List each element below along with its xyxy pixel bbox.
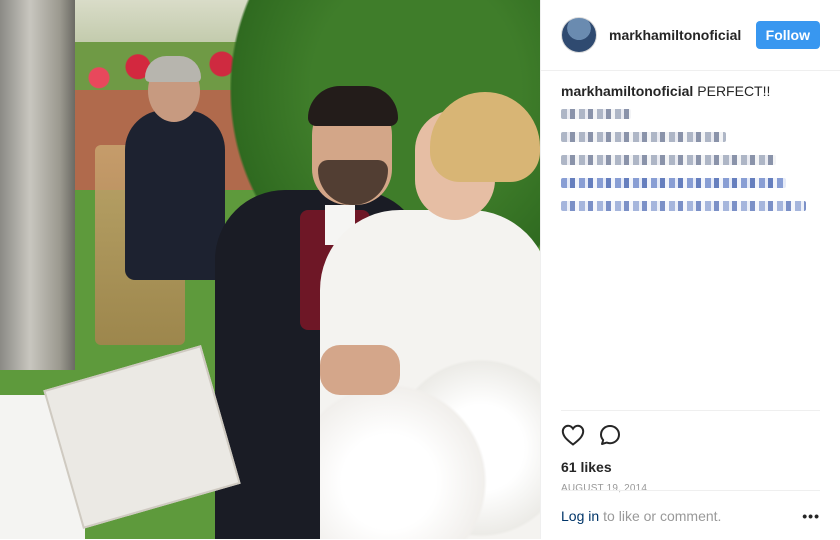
pixelated-caption — [561, 109, 820, 211]
patio-heater — [0, 0, 75, 370]
post-photo[interactable] — [0, 0, 540, 539]
joined-hands — [320, 345, 400, 395]
groom-hair — [308, 86, 398, 126]
heart-icon[interactable] — [561, 424, 585, 446]
post-header: markhamiltonoficial Follow — [541, 0, 840, 71]
follow-button[interactable]: Follow — [755, 21, 820, 49]
action-icons — [561, 411, 820, 447]
pixelated-line — [561, 155, 776, 165]
pixelated-line — [561, 201, 806, 211]
caption: markhamiltonoficial PERFECT!! — [541, 71, 840, 211]
instagram-post: markhamiltonoficial Follow markhamiltono… — [0, 0, 840, 539]
login-footer: Log in to like or comment. ••• — [561, 490, 820, 540]
more-options-icon[interactable]: ••• — [802, 508, 820, 524]
username-link[interactable]: markhamiltonoficial — [609, 27, 741, 43]
guest-hair — [145, 56, 201, 82]
avatar[interactable] — [561, 17, 597, 53]
comment-icon[interactable] — [599, 424, 621, 446]
guest-figure — [125, 110, 225, 280]
pixelated-line — [561, 132, 726, 142]
post-actions: 61 likes AUGUST 19, 2014 — [561, 410, 820, 494]
pixelated-line — [561, 109, 631, 119]
pixelated-line — [561, 178, 786, 188]
like-count[interactable]: 61 likes — [561, 459, 820, 475]
post-side-panel: markhamiltonoficial Follow markhamiltono… — [540, 0, 840, 539]
login-link[interactable]: Log in — [561, 508, 599, 524]
caption-username[interactable]: markhamiltonoficial — [561, 83, 693, 99]
caption-text: PERFECT!! — [697, 83, 771, 99]
login-prompt: to like or comment. — [603, 507, 722, 524]
